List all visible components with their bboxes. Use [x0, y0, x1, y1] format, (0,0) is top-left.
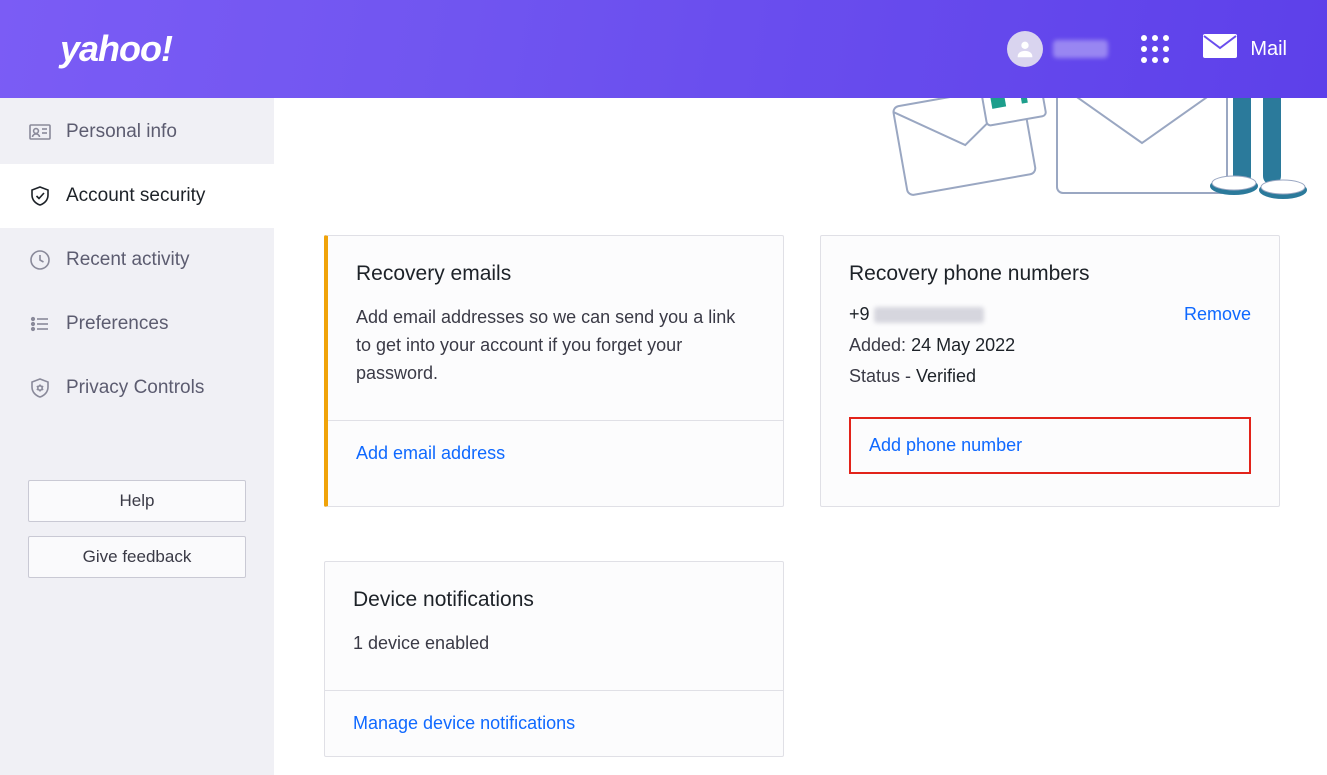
card-description: 1 device enabled [353, 630, 755, 658]
recovery-emails-card: Recovery emails Add email addresses so w… [324, 235, 784, 507]
header-illustration [867, 98, 1327, 208]
phone-number: +9 [849, 304, 984, 325]
sidebar-item-personal-info[interactable]: Personal info [0, 100, 274, 164]
shield-check-icon [28, 184, 52, 208]
sidebar-item-label: Recent activity [66, 249, 190, 271]
add-email-link[interactable]: Add email address [356, 443, 505, 463]
clock-icon [28, 248, 52, 272]
account-menu[interactable] [1007, 31, 1108, 67]
card-title: Device notifications [353, 588, 755, 612]
help-button[interactable]: Help [28, 480, 246, 522]
phone-status-line: Status - Verified [849, 366, 1251, 387]
mail-label: Mail [1250, 38, 1287, 61]
card-title: Recovery emails [356, 262, 755, 286]
sidebar-item-label: Personal info [66, 121, 177, 143]
apps-grid-icon[interactable] [1138, 32, 1172, 66]
phone-number-redacted [874, 307, 984, 323]
sidebar-item-label: Preferences [66, 313, 168, 335]
add-phone-link[interactable]: Add phone number [869, 435, 1022, 455]
main-content: Recovery emails Add email addresses so w… [274, 98, 1327, 775]
recovery-phone-card: Recovery phone numbers +9 Remove Added: … [820, 235, 1280, 507]
avatar-icon [1007, 31, 1043, 67]
mail-icon [1202, 33, 1238, 65]
sidebar-item-label: Account security [66, 185, 205, 207]
sidebar-item-preferences[interactable]: Preferences [0, 292, 274, 356]
sidebar-item-privacy-controls[interactable]: Privacy Controls [0, 356, 274, 420]
mail-link[interactable]: Mail [1202, 33, 1287, 65]
add-phone-highlight: Add phone number [849, 417, 1251, 474]
give-feedback-button[interactable]: Give feedback [28, 536, 246, 578]
device-notifications-card: Device notifications 1 device enabled Ma… [324, 561, 784, 757]
shield-gear-icon [28, 376, 52, 400]
remove-phone-link[interactable]: Remove [1184, 304, 1251, 325]
card-title: Recovery phone numbers [849, 262, 1251, 286]
manage-device-notifications-link[interactable]: Manage device notifications [353, 713, 575, 733]
username-text [1053, 40, 1108, 58]
yahoo-logo[interactable]: yahoo! [60, 28, 172, 70]
header-bar: yahoo! Mail [0, 0, 1327, 98]
phone-added-line: Added: 24 May 2022 [849, 335, 1251, 356]
sidebar-item-recent-activity[interactable]: Recent activity [0, 228, 274, 292]
sidebar: Personal info Account security Recent ac… [0, 98, 274, 775]
id-card-icon [28, 120, 52, 144]
list-icon [28, 312, 52, 336]
sidebar-item-account-security[interactable]: Account security [0, 164, 274, 228]
card-description: Add email addresses so we can send you a… [356, 304, 755, 388]
sidebar-item-label: Privacy Controls [66, 377, 204, 399]
